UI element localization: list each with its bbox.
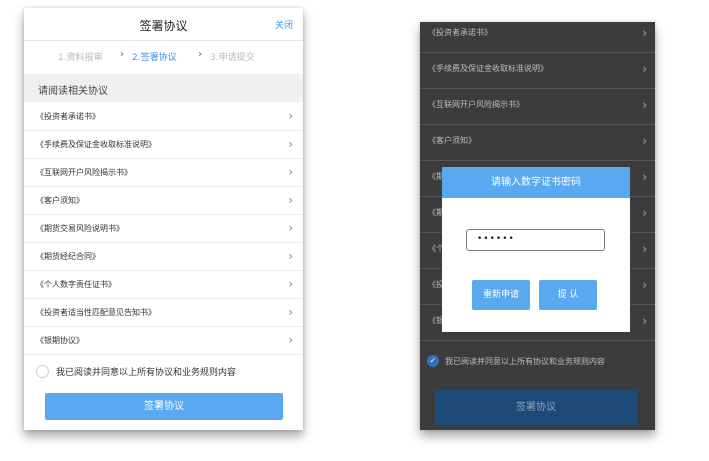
sign-button-label: 签署协议 bbox=[144, 401, 184, 412]
certificate-password-input[interactable]: •••••• bbox=[466, 229, 605, 251]
chevron-right-icon: › bbox=[288, 165, 293, 179]
chevron-right-icon: › bbox=[642, 278, 647, 292]
sign-button[interactable]: 签署协议 bbox=[435, 390, 637, 426]
agreement-row[interactable]: 《客户须知》 › bbox=[24, 187, 303, 215]
chevron-right-icon: › bbox=[288, 221, 293, 235]
password-dialog: 请输入数字证书密码 •••••• 重新申请 提 认 bbox=[442, 167, 630, 332]
agreement-label: 《投资者适当性匹配意见告知书》 bbox=[36, 308, 156, 317]
agreement-label: 《互联网开户风险揭示书》 bbox=[428, 100, 524, 109]
chevron-right-icon: › bbox=[288, 277, 293, 291]
chevron-right-icon: › bbox=[642, 170, 647, 184]
chevron-right-icon: › bbox=[642, 134, 647, 148]
agreement-row[interactable]: 《投资者适当性匹配意见告知书》 › bbox=[24, 299, 303, 327]
right-screen: 《投资者承诺书》 › 《手续费及保证金收取标准说明》 › 《互联网开户风险揭示书… bbox=[420, 22, 655, 430]
reapply-button[interactable]: 重新申请 bbox=[472, 280, 530, 310]
agreement-label: 《客户须知》 bbox=[428, 136, 476, 145]
agreement-label: 《个人数字责任证书》 bbox=[36, 280, 116, 289]
chevron-right-icon: › bbox=[288, 109, 293, 123]
agreement-label: 《手续费及保证金收取标准说明》 bbox=[428, 64, 548, 73]
chevron-right-icon: › bbox=[642, 62, 647, 76]
confirm-button[interactable]: 提 认 bbox=[539, 280, 597, 310]
step-1: 1.资料报审 bbox=[58, 53, 103, 63]
agree-text: 我已阅读并同意以上所有协议和业务规则内容 bbox=[445, 357, 605, 366]
left-screen: 签署协议 关闭 1.资料报审 › 2.签署协议 › 3.申请提交 请阅读相关协议… bbox=[24, 8, 303, 430]
agreement-row[interactable]: 《个人数字责任证书》 › bbox=[24, 271, 303, 299]
chevron-right-icon: › bbox=[288, 137, 293, 151]
step-separator-icon: › bbox=[198, 49, 202, 60]
section-header: 请阅读相关协议 bbox=[24, 74, 303, 102]
step-2: 2.签署协议 bbox=[132, 53, 177, 63]
chevron-right-icon: › bbox=[288, 333, 293, 347]
agreement-label: 《期货经纪合同》 bbox=[36, 252, 100, 261]
chevron-right-icon: › bbox=[288, 249, 293, 263]
top-bar: 签署协议 关闭 bbox=[24, 8, 303, 41]
chevron-right-icon: › bbox=[642, 242, 647, 256]
agreement-row[interactable]: 《互联网开户风险揭示书》 › bbox=[420, 88, 655, 125]
agreement-row[interactable]: 《互联网开户风险揭示书》 › bbox=[24, 159, 303, 187]
agreement-row[interactable]: 《期货经纪合同》 › bbox=[24, 243, 303, 271]
agreement-label: 《银期协议》 bbox=[36, 336, 84, 345]
checkmark-icon[interactable]: ✓ bbox=[427, 355, 439, 367]
page-title: 签署协议 bbox=[139, 19, 188, 33]
chevron-right-icon: › bbox=[642, 98, 647, 112]
agreement-row[interactable]: 《银期协议》 › bbox=[24, 327, 303, 355]
section-title: 请阅读相关协议 bbox=[38, 86, 108, 97]
chevron-right-icon: › bbox=[288, 193, 293, 207]
agreement-label: 《投资者承诺书》 bbox=[428, 28, 492, 37]
confirm-button-label: 提 认 bbox=[557, 290, 579, 300]
close-button[interactable]: 关闭 bbox=[275, 18, 293, 31]
sign-button-label: 签署协议 bbox=[516, 402, 556, 413]
agreement-row[interactable]: 《手续费及保证金收取标准说明》 › bbox=[24, 131, 303, 159]
agree-radio[interactable] bbox=[36, 365, 49, 378]
agreement-row[interactable]: 《客户须知》 › bbox=[420, 124, 655, 161]
sign-button[interactable]: 签署协议 bbox=[45, 393, 283, 420]
agreement-label: 《互联网开户风险揭示书》 bbox=[36, 168, 132, 177]
password-value: •••••• bbox=[477, 234, 515, 244]
dialog-title: 请输入数字证书密码 bbox=[491, 177, 581, 188]
reapply-button-label: 重新申请 bbox=[482, 290, 519, 300]
agreement-row[interactable]: 《期货交易风险说明书》 › bbox=[24, 215, 303, 243]
agreement-row[interactable]: 《投资者承诺书》 › bbox=[420, 22, 655, 53]
chevron-right-icon: › bbox=[642, 26, 647, 40]
step-3: 3.申请提交 bbox=[210, 53, 255, 63]
agreement-row[interactable]: 《投资者承诺书》 › bbox=[24, 103, 303, 131]
agreement-label: 《投资者承诺书》 bbox=[36, 112, 100, 121]
chevron-right-icon: › bbox=[288, 305, 293, 319]
dialog-header: 请输入数字证书密码 bbox=[442, 167, 630, 198]
agreement-row[interactable]: 《手续费及保证金收取标准说明》 › bbox=[420, 52, 655, 89]
agreement-label: 《期货交易风险说明书》 bbox=[36, 224, 124, 233]
agree-text: 我已阅读并同意以上所有协议和业务规则内容 bbox=[56, 368, 237, 378]
agreement-label: 《手续费及保证金收取标准说明》 bbox=[36, 140, 156, 149]
chevron-right-icon: › bbox=[642, 206, 647, 220]
chevron-right-icon: › bbox=[642, 314, 647, 328]
step-separator-icon: › bbox=[120, 49, 124, 60]
step-indicator: 1.资料报审 › 2.签署协议 › 3.申请提交 bbox=[24, 49, 303, 64]
agreement-label: 《客户须知》 bbox=[36, 196, 84, 205]
